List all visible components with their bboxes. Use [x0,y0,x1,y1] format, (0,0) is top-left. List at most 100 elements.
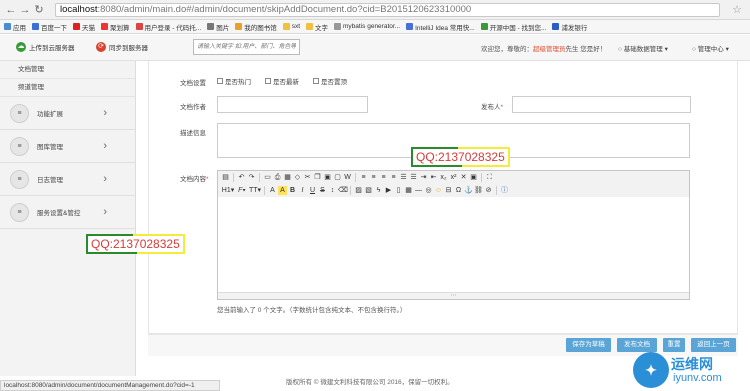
editor-resize-handle[interactable]: ⋯ [218,292,689,299]
bookmark-apps[interactable]: 应用 [4,22,26,32]
subscript-icon[interactable]: x₂ [439,173,448,182]
rich-text-editor[interactable]: ▤ ↶ ↷ ▭ ⎙ ▦ ◇ ✂ ❐ ▣ ▢ W ≡ ≡ ≡ ≡ ☰ ☰ ⇥ ⇤ x₂ x² ✕ ▣ ⛶ H1▾ 𝐹▾ TT▾… [217,170,690,300]
chevron-right-icon: › [103,206,107,218]
special-char-icon[interactable]: Ω [454,186,463,195]
redo-icon[interactable]: ↷ [247,173,256,182]
underline-icon[interactable]: U [308,186,317,195]
author-input[interactable] [217,96,368,113]
bookmark-item[interactable]: 聚划算 [101,22,130,32]
paste-text-icon[interactable]: ▢ [333,173,342,182]
indent-icon[interactable]: ⇥ [419,173,428,182]
sidebar-item-logs[interactable]: ≡ 日志管理 › [0,163,135,196]
bookmark-item[interactable]: 开源中国 - 找到您... [480,22,546,32]
save-draft-button[interactable]: 保存为草稿 [566,338,611,352]
clear-style-icon[interactable]: ⌫ [338,186,348,195]
address-bar[interactable]: localhost:8080/admin/main.do#/admin/docu… [55,3,720,17]
chevron-right-icon: › [103,173,107,185]
anchor-icon[interactable]: ⚓ [464,186,473,195]
qq-watermark-label: QQ:2137028325 [86,234,185,254]
cut-icon[interactable]: ✂ [303,173,312,182]
preview-icon[interactable]: ▭ [263,173,272,182]
align-left-icon[interactable]: ≡ [359,173,368,182]
source-icon[interactable]: ▤ [221,173,230,182]
paste-icon[interactable]: ▣ [323,173,332,182]
align-center-icon[interactable]: ≡ [369,173,378,182]
reload-icon[interactable]: ↻ [33,4,45,16]
copy-icon[interactable]: ❐ [313,173,322,182]
multi-image-icon[interactable]: ▧ [364,186,373,195]
superscript-icon[interactable]: x² [449,173,458,182]
checkbox-latest[interactable]: 是否最新 [265,76,299,86]
bookmark-item[interactable]: sxt [282,23,300,30]
print-icon[interactable]: ⎙ [273,173,282,182]
bookmark-item[interactable]: IntelliJ Idea 常用快... [406,22,475,32]
bookmark-item[interactable]: 图片 [207,22,229,32]
sidebar-item-service-settings[interactable]: ≡ 服务设置&管控 › [0,196,135,229]
bold-icon[interactable]: B [288,186,297,195]
bookmark-item[interactable]: 百度一下 [32,22,67,32]
link-icon[interactable]: ⛓ [474,186,483,195]
publish-button[interactable]: 发布文档 [617,338,657,352]
bookmark-item[interactable]: 浦发银行 [552,22,587,32]
caret-down-icon: ▾ [725,46,729,53]
template-icon[interactable]: ▦ [283,173,292,182]
select-all-icon[interactable]: ▣ [469,173,478,182]
media-icon[interactable]: ▶ [384,186,393,195]
map-icon[interactable]: ◎ [424,186,433,195]
admin-center-menu[interactable]: ○ 管理中心 ▾ [692,43,729,53]
reset-button[interactable]: 重置 [663,338,685,352]
search-input[interactable] [193,39,300,55]
sync-server-button[interactable]: ⟳ 同步到服务器 [96,42,148,52]
checkbox-box[interactable] [217,78,223,84]
emoticon-icon[interactable]: ☺ [434,186,443,195]
clear-format-icon[interactable]: ✕ [459,173,468,182]
align-right-icon[interactable]: ≡ [379,173,388,182]
sidebar-subitem-documents[interactable]: 文档管理 [0,61,135,79]
italic-icon[interactable]: I [298,186,307,195]
checkbox-top[interactable]: 是否置顶 [313,76,347,86]
sidebar-item-extensions[interactable]: ≡ 功能扩展 › [0,97,135,130]
strikethrough-icon[interactable]: S [318,186,327,195]
sidebar-subitem-channels[interactable]: 频道管理 [0,79,135,97]
fullscreen-icon[interactable]: ⛶ [485,173,494,182]
image-icon[interactable]: ▨ [354,186,363,195]
outdent-icon[interactable]: ⇤ [429,173,438,182]
bookmark-item[interactable]: 我的图书馆 [235,22,277,32]
checkbox-box[interactable] [265,78,271,84]
bookmark-item[interactable]: 天猫 [73,22,95,32]
unlink-icon[interactable]: ⊘ [484,186,493,195]
basic-data-menu[interactable]: ○ 基础数据管理 ▾ [618,43,668,53]
paste-word-icon[interactable]: W [343,173,352,182]
unordered-list-icon[interactable]: ☰ [409,173,418,182]
highlight-icon[interactable]: A [278,186,287,195]
publisher-input[interactable] [512,96,691,113]
back-button[interactable]: 返回上一页 [691,338,736,352]
hr-icon[interactable]: ― [414,186,423,195]
checkbox-box[interactable] [313,78,319,84]
about-icon[interactable]: ⓘ [500,186,509,195]
upload-cloud-button[interactable]: ☁ 上传到云服务器 [16,42,75,52]
font-size-icon[interactable]: TT▾ [249,186,261,195]
checkbox-hot[interactable]: 是否热门 [217,76,251,86]
user-role: 超级管理员 [533,46,566,53]
back-arrow-icon[interactable]: ← [5,4,17,16]
undo-icon[interactable]: ↶ [237,173,246,182]
sidebar-item-gallery[interactable]: ≡ 图库管理 › [0,130,135,163]
font-family-icon[interactable]: 𝐹▾ [236,186,248,195]
chevron-right-icon: › [103,140,107,152]
bookmark-star-icon[interactable]: ☆ [732,3,742,16]
bookmark-item[interactable]: mybatis generator... [334,23,400,30]
code-icon[interactable]: ◇ [293,173,302,182]
bookmark-item[interactable]: 文字 [306,22,328,32]
forward-arrow-icon[interactable]: → [19,4,31,16]
ordered-list-icon[interactable]: ☰ [399,173,408,182]
flash-icon[interactable]: ϟ [374,186,383,195]
line-height-icon[interactable]: ↕ [328,186,337,195]
page-break-icon[interactable]: ⊟ [444,186,453,195]
table-icon[interactable]: ▦ [404,186,413,195]
align-justify-icon[interactable]: ≡ [389,173,398,182]
file-icon[interactable]: ▯ [394,186,403,195]
heading-icon[interactable]: H1▾ [221,186,235,195]
font-color-icon[interactable]: A [268,186,277,195]
bookmark-item[interactable]: 用户登录 - 代码托... [135,22,201,32]
